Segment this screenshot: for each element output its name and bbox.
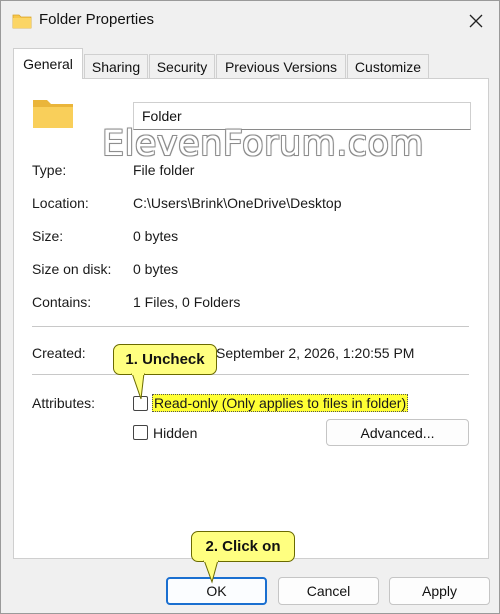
folder-icon <box>12 14 32 29</box>
separator <box>32 374 469 375</box>
step1-callout: 1. Uncheck <box>113 344 217 375</box>
callout-pointer <box>203 560 219 584</box>
tab-previous-versions[interactable]: Previous Versions <box>216 54 346 78</box>
size-on-disk-value: 0 bytes <box>133 261 179 277</box>
created-label: Created: <box>32 345 86 361</box>
location-label: Location: <box>32 195 89 211</box>
apply-button[interactable]: Apply <box>389 577 490 605</box>
size-value: 0 bytes <box>133 228 179 244</box>
close-icon <box>469 14 483 28</box>
tab-general[interactable]: General <box>13 48 83 79</box>
readonly-label[interactable]: Read-only (Only applies to files in fold… <box>152 394 409 412</box>
advanced-button[interactable]: Advanced... <box>326 419 469 446</box>
size-label: Size: <box>32 228 64 244</box>
attributes-label: Attributes: <box>32 395 96 411</box>
created-value: September 2, 2026, 1:20:55 PM <box>216 345 415 361</box>
properties-window: Folder Properties General Sharing Securi… <box>0 0 500 614</box>
cancel-button[interactable]: Cancel <box>278 577 379 605</box>
type-label: Type: <box>32 162 67 178</box>
folder-icon <box>33 100 73 128</box>
general-panel: ElevenForum.com Type: File folder Locati… <box>13 78 489 559</box>
contains-label: Contains: <box>32 294 92 310</box>
step2-callout: 2. Click on <box>191 531 295 562</box>
hidden-label[interactable]: Hidden <box>153 425 197 441</box>
separator <box>32 326 469 327</box>
location-value: C:\Users\Brink\OneDrive\Desktop <box>133 195 342 211</box>
tab-sharing[interactable]: Sharing <box>84 54 148 78</box>
window-title: Folder Properties <box>39 11 155 28</box>
size-on-disk-label: Size on disk: <box>32 261 112 277</box>
type-value: File folder <box>133 162 195 178</box>
contains-value: 1 Files, 0 Folders <box>133 294 241 310</box>
tab-security[interactable]: Security <box>149 54 215 78</box>
tab-customize[interactable]: Customize <box>347 54 429 78</box>
watermark: ElevenForum.com <box>102 124 425 164</box>
title-bar: Folder Properties <box>1 1 499 41</box>
callout-pointer <box>131 373 145 400</box>
hidden-checkbox[interactable] <box>133 425 148 440</box>
close-button[interactable] <box>461 7 491 35</box>
